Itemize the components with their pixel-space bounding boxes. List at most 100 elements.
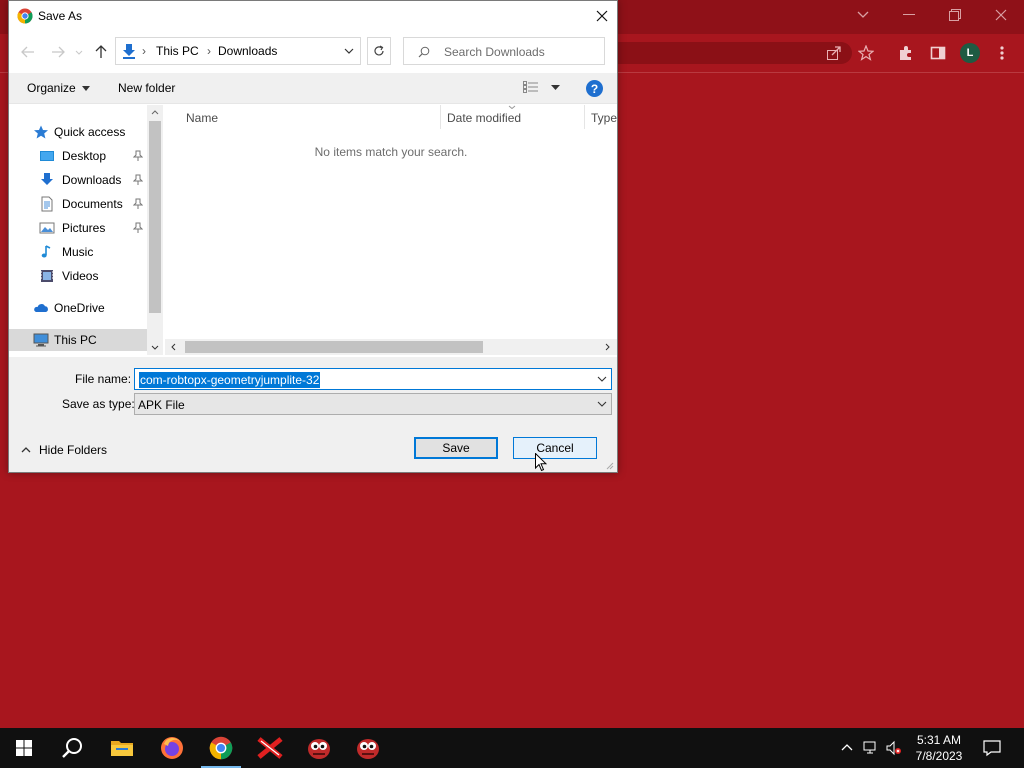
system-clock[interactable]: 5:31 AM 7/8/2023: [906, 732, 972, 764]
file-name-value: com-robtopx-geometryjumplite-32: [139, 372, 321, 388]
taskbar-app-x[interactable]: [246, 728, 294, 768]
tree-item-downloads[interactable]: Downloads: [9, 169, 147, 191]
tray-overflow-chevron-icon[interactable]: [839, 740, 855, 756]
pin-icon[interactable]: [133, 198, 143, 210]
new-folder-button[interactable]: New folder: [118, 81, 175, 95]
breadcrumb-this-pc[interactable]: This PC: [156, 44, 199, 58]
chevron-down-icon[interactable]: [344, 48, 354, 54]
tree-item-quick-access[interactable]: Quick access: [9, 121, 147, 143]
close-icon: [995, 9, 1007, 21]
videos-icon: [41, 270, 53, 282]
chevron-up-icon[interactable]: [151, 110, 159, 115]
tree-item-desktop[interactable]: Desktop: [9, 145, 147, 167]
help-button[interactable]: ?: [586, 80, 603, 97]
pin-icon[interactable]: [133, 150, 143, 162]
chevron-down-icon[interactable]: [596, 373, 608, 385]
save-as-dialog: Save As › This PC › Downloads Search Dow…: [8, 0, 618, 473]
navigation-bar: › This PC › Downloads Search Downloads: [9, 35, 617, 69]
file-name-input[interactable]: com-robtopx-geometryjumplite-32: [134, 368, 612, 390]
view-options-button[interactable]: [523, 81, 560, 93]
cloud-icon: [34, 304, 48, 312]
chevron-right-icon[interactable]: [605, 343, 610, 351]
details-view-icon: [523, 81, 538, 93]
address-breadcrumb[interactable]: › This PC › Downloads: [115, 37, 361, 65]
music-icon: [41, 245, 51, 258]
file-explorer-icon: [111, 741, 133, 756]
cancel-button[interactable]: Cancel: [513, 437, 597, 459]
notification-icon[interactable]: [983, 739, 1001, 757]
restore-button[interactable]: [932, 0, 978, 30]
tree-item-music[interactable]: Music: [9, 241, 147, 263]
side-panel-icon[interactable]: [927, 42, 949, 64]
bookmark-star-icon[interactable]: [855, 42, 877, 64]
refresh-button[interactable]: [367, 37, 391, 65]
arrow-left-icon: [21, 46, 34, 58]
close-window-button[interactable]: [978, 0, 1024, 30]
profile-avatar[interactable]: L: [959, 42, 981, 64]
search-icon: [62, 738, 82, 758]
share-icon[interactable]: [823, 42, 845, 64]
column-header-name[interactable]: Name: [186, 111, 218, 125]
taskbar-search-button[interactable]: [48, 728, 96, 768]
taskbar-game-app[interactable]: [295, 728, 343, 768]
clock-date: 7/8/2023: [915, 749, 963, 763]
extensions-icon[interactable]: [895, 42, 917, 64]
taskbar-firefox[interactable]: [148, 728, 196, 768]
tree-item-onedrive[interactable]: OneDrive: [9, 297, 147, 319]
up-button[interactable]: [92, 43, 110, 61]
network-icon[interactable]: [863, 740, 879, 756]
chevron-up-icon: [21, 447, 31, 453]
tab-search-button[interactable]: [840, 0, 886, 30]
taskbar-chrome[interactable]: [197, 728, 245, 768]
taskbar-file-explorer[interactable]: [98, 728, 146, 768]
column-header-type[interactable]: Type: [591, 111, 617, 125]
close-icon: [596, 10, 608, 22]
caret-down-icon: [551, 84, 560, 90]
desktop-icon: [40, 151, 54, 161]
organize-button[interactable]: Organize: [27, 81, 90, 95]
file-list-horizontal-scrollbar[interactable]: [165, 339, 617, 355]
hide-folders-button[interactable]: Hide Folders: [21, 443, 107, 457]
minimize-button[interactable]: [886, 0, 932, 30]
chevron-down-icon[interactable]: [151, 345, 159, 350]
menu-kebab-icon[interactable]: [991, 42, 1013, 64]
forward-button[interactable]: [49, 43, 67, 61]
scrollbar-thumb[interactable]: [149, 121, 161, 313]
save-button[interactable]: Save: [414, 437, 498, 459]
pin-icon[interactable]: [133, 222, 143, 234]
taskbar-game-app-2[interactable]: [344, 728, 392, 768]
breadcrumb-downloads[interactable]: Downloads: [218, 44, 277, 58]
search-box[interactable]: Search Downloads: [403, 37, 605, 65]
navigation-pane-scrollbar[interactable]: [147, 105, 163, 355]
minimize-icon: [903, 14, 915, 15]
chevron-down-icon: [857, 11, 869, 18]
clock-time: 5:31 AM: [916, 733, 962, 747]
hide-folders-label: Hide Folders: [39, 443, 108, 457]
pin-icon[interactable]: [133, 174, 143, 186]
dialog-close-button[interactable]: [587, 1, 617, 31]
start-button[interactable]: [0, 728, 48, 768]
app-x-icon: [257, 737, 283, 759]
resize-grip-icon[interactable]: [605, 461, 614, 470]
volume-muted-icon[interactable]: [886, 740, 902, 756]
address-bar[interactable]: [617, 42, 852, 64]
chevron-down-icon: [597, 401, 607, 407]
tree-item-this-pc[interactable]: This PC: [9, 329, 147, 351]
recent-locations-button[interactable]: [73, 43, 85, 61]
column-header-date-modified[interactable]: Date modified: [447, 111, 521, 125]
chevron-left-icon[interactable]: [171, 343, 176, 351]
scrollbar-thumb[interactable]: [185, 341, 483, 353]
dialog-title: Save As: [38, 9, 83, 23]
empty-message: No items match your search.: [314, 145, 468, 159]
star-icon: [34, 125, 48, 139]
tree-item-pictures[interactable]: Pictures: [9, 217, 147, 239]
arrow-up-icon: [95, 45, 107, 58]
tree-item-documents[interactable]: Documents: [9, 193, 147, 215]
dialog-titlebar: Save As: [9, 1, 617, 31]
documents-icon: [41, 196, 53, 212]
navigation-pane: Quick access Desktop Downloads Documents…: [9, 105, 164, 355]
save-type-value: APK File: [138, 398, 185, 412]
tree-item-videos[interactable]: Videos: [9, 265, 147, 287]
save-type-select[interactable]: APK File: [134, 393, 612, 415]
back-button[interactable]: [19, 43, 37, 61]
